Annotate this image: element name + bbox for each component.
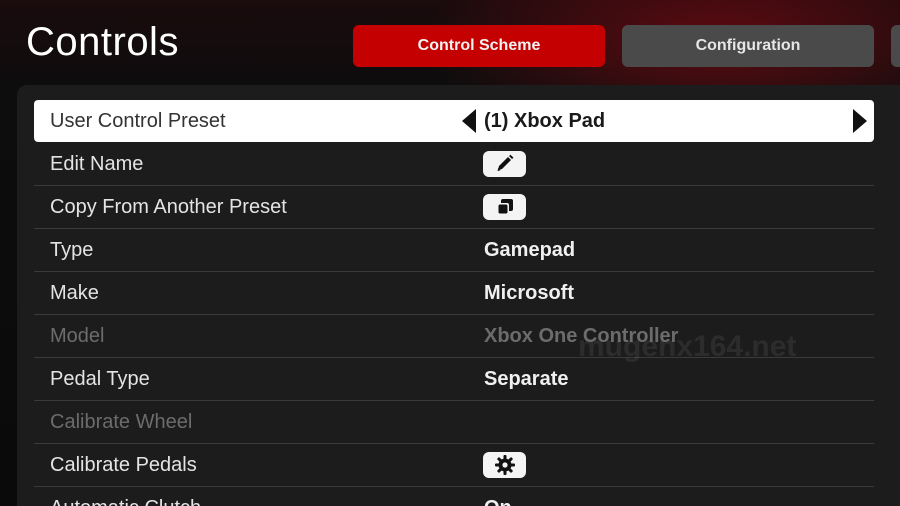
arrow-right-icon[interactable] <box>853 109 867 133</box>
preset-value: (1) Xbox Pad <box>484 110 606 132</box>
row-label: Model <box>50 325 105 347</box>
row-automatic-clutch[interactable]: Automatic Clutch On <box>34 487 874 506</box>
row-make[interactable]: Make Microsoft <box>34 272 874 315</box>
tab-next-partial[interactable] <box>891 25 900 67</box>
copy-preset-button[interactable] <box>483 194 526 220</box>
row-edit-name[interactable]: Edit Name <box>34 143 874 186</box>
row-label: Automatic Clutch <box>50 487 201 506</box>
row-label: Calibrate Wheel <box>50 411 193 433</box>
row-label: Make <box>50 282 99 304</box>
row-label: Calibrate Pedals <box>50 454 197 476</box>
make-value: Microsoft <box>484 282 574 304</box>
row-calibrate-pedals[interactable]: Calibrate Pedals <box>34 444 874 487</box>
automatic-clutch-value: On <box>484 487 512 506</box>
row-pedal-type[interactable]: Pedal Type Separate <box>34 358 874 401</box>
arrow-left-icon[interactable] <box>462 109 476 133</box>
row-label: User Control Preset <box>50 110 226 132</box>
row-label: Copy From Another Preset <box>50 196 287 218</box>
row-calibrate-wheel: Calibrate Wheel <box>34 401 874 444</box>
row-type[interactable]: Type Gamepad <box>34 229 874 272</box>
watermark: mugenx164.net <box>578 330 797 363</box>
gear-icon <box>494 455 515 475</box>
row-label: Pedal Type <box>50 368 150 390</box>
page-title: Controls <box>26 20 179 64</box>
row-copy-preset[interactable]: Copy From Another Preset <box>34 186 874 229</box>
tab-control-scheme[interactable]: Control Scheme <box>353 25 605 67</box>
type-value: Gamepad <box>484 239 576 261</box>
calibrate-pedals-button[interactable] <box>483 452 526 478</box>
copy-icon <box>496 199 513 215</box>
edit-name-button[interactable] <box>483 151 526 177</box>
row-label: Type <box>50 239 94 261</box>
row-label: Edit Name <box>50 153 144 175</box>
row-user-control-preset[interactable]: User Control Preset (1) Xbox Pad <box>34 100 874 142</box>
pencil-icon <box>497 154 513 171</box>
pedal-type-value: Separate <box>484 368 569 390</box>
tab-configuration[interactable]: Configuration <box>622 25 874 67</box>
